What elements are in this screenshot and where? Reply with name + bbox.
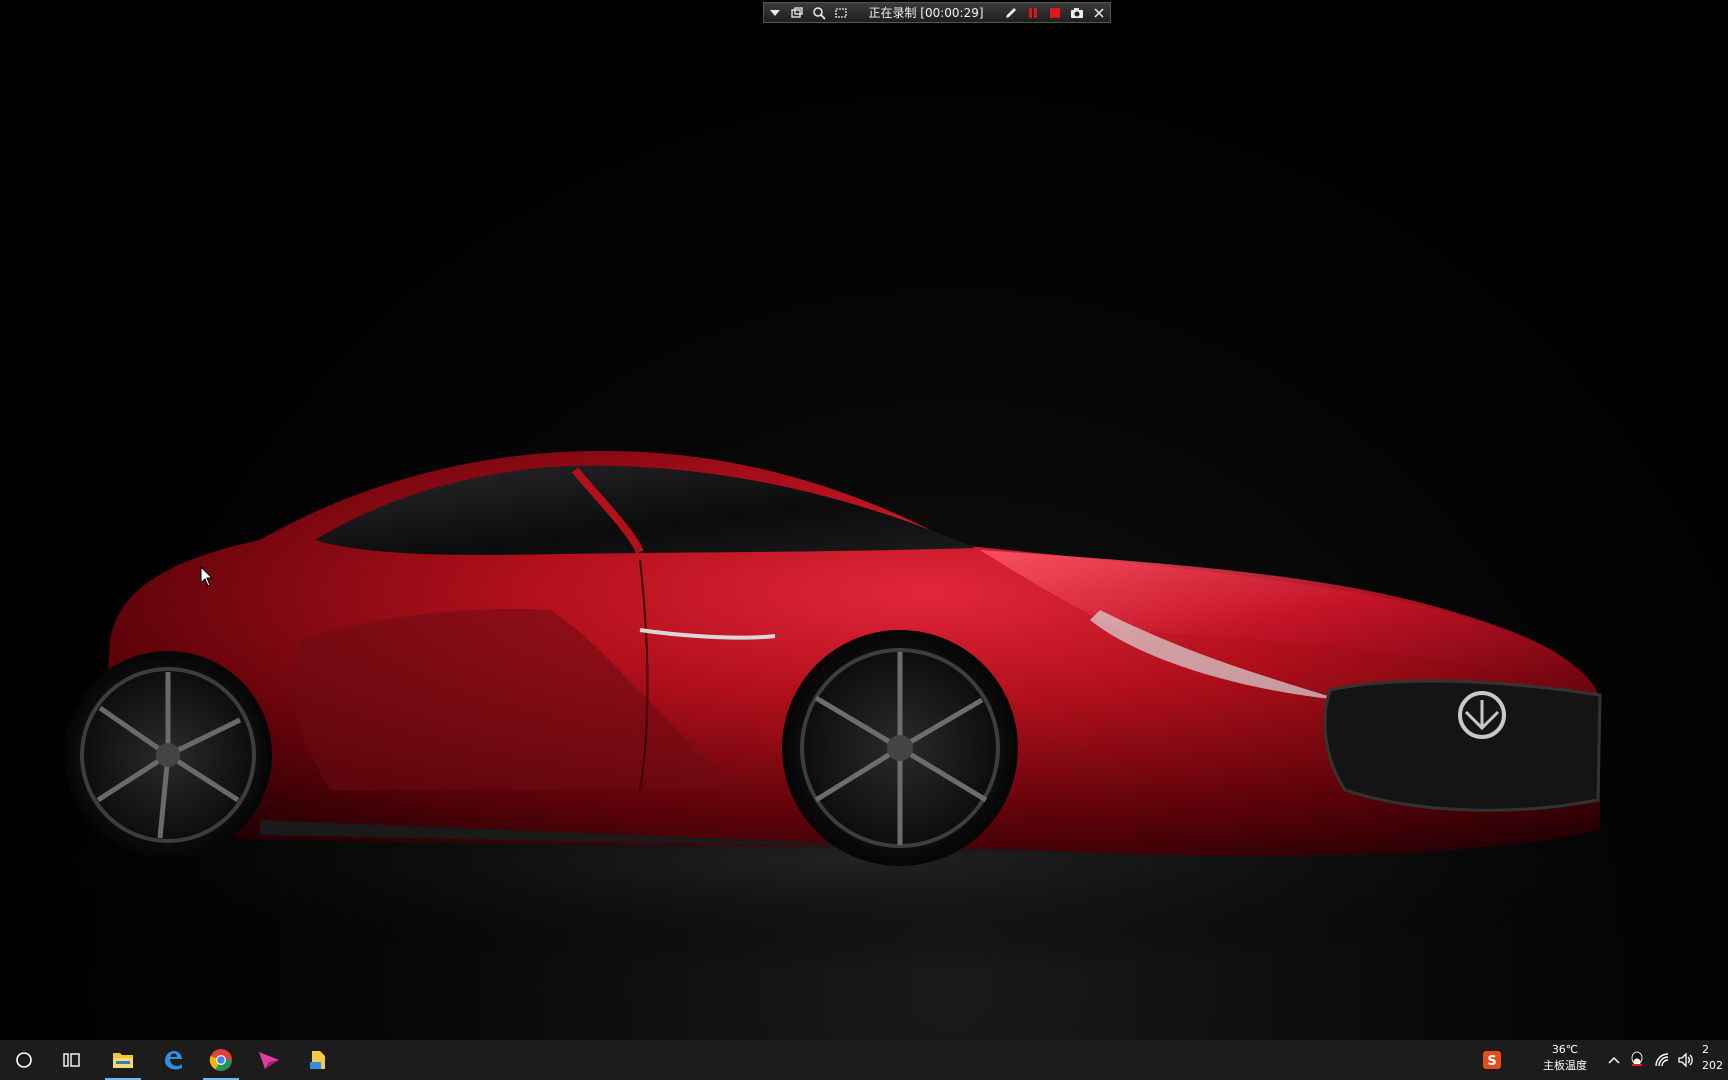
- clock[interactable]: 2 202: [1702, 1042, 1728, 1078]
- file-explorer-icon[interactable]: [99, 1040, 147, 1080]
- sogou-icon-text: S: [1487, 1054, 1496, 1069]
- chevron-up-icon[interactable]: [1604, 1040, 1624, 1080]
- network-icon[interactable]: [1651, 1040, 1673, 1080]
- qq-penguin-icon[interactable]: [1626, 1040, 1648, 1080]
- window-icon[interactable]: [786, 3, 808, 22]
- taskbar: S 36℃ 主板温度 2 202: [0, 1040, 1728, 1080]
- recording-status-text: 正在录制 [00:00:29]: [868, 6, 984, 20]
- clock-date: 202: [1702, 1059, 1723, 1072]
- pause-icon[interactable]: [1022, 3, 1044, 22]
- mouse-cursor-icon: [200, 566, 214, 587]
- clock-time: 2: [1702, 1043, 1709, 1056]
- dropdown-arrow-icon[interactable]: [764, 3, 786, 22]
- desktop: 正在录制 [00:00:29]: [0, 0, 1728, 1040]
- chrome-icon[interactable]: [197, 1040, 245, 1080]
- pen-icon[interactable]: [1000, 3, 1022, 22]
- region-select-icon[interactable]: [830, 3, 852, 22]
- zoom-icon[interactable]: [808, 3, 830, 22]
- temperature-widget[interactable]: 36℃ 主板温度: [1532, 1042, 1598, 1078]
- volume-icon[interactable]: [1674, 1040, 1698, 1080]
- task-view-icon[interactable]: [48, 1040, 96, 1080]
- camera-icon[interactable]: [1066, 3, 1088, 22]
- recording-toolbar: 正在录制 [00:00:29]: [763, 2, 1111, 23]
- arrow-app-icon[interactable]: [245, 1040, 293, 1080]
- edge-icon[interactable]: [149, 1040, 197, 1080]
- stop-icon[interactable]: [1044, 3, 1066, 22]
- temperature-value: 36℃: [1551, 1043, 1579, 1056]
- search-circle-icon[interactable]: [0, 1040, 48, 1080]
- close-icon[interactable]: [1088, 3, 1110, 22]
- wallpaper-car-image: [0, 450, 1728, 970]
- sogou-input-icon[interactable]: S: [1478, 1040, 1506, 1080]
- temperature-label: 主板温度: [1543, 1059, 1587, 1072]
- file-manager-app-icon[interactable]: [295, 1040, 343, 1080]
